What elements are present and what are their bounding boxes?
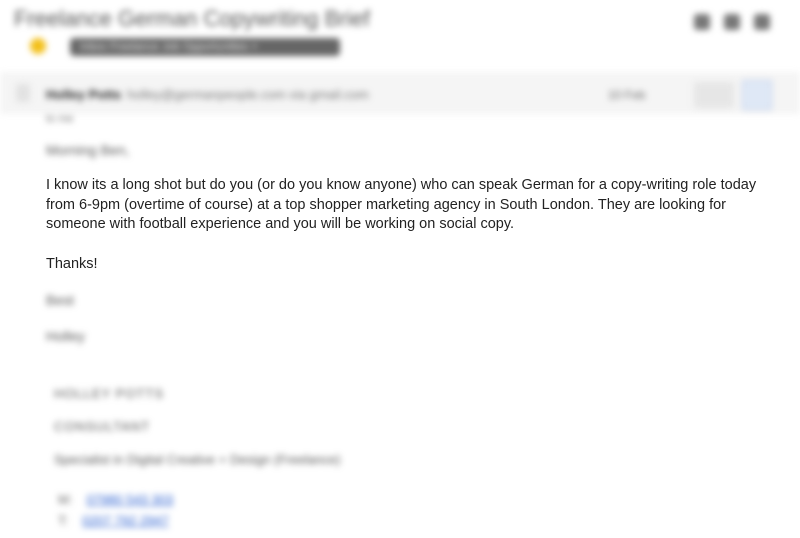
new-window-icon[interactable] bbox=[724, 14, 740, 30]
signature-role: CONSULTANT bbox=[54, 419, 151, 434]
signature-phone-office: T: 0207 792 2947 bbox=[58, 513, 169, 528]
header-actions bbox=[694, 14, 770, 30]
message-date: 10 Feb bbox=[608, 88, 646, 102]
signature-phone-mobile: M: 07980 543 303 bbox=[58, 492, 173, 507]
email-subject: Freelance German Copywriting Brief bbox=[14, 6, 370, 31]
phone-label: T: bbox=[58, 513, 69, 528]
phone-label: M: bbox=[58, 492, 73, 507]
sender: Holley Potts holley@germanpeople.com via … bbox=[46, 87, 369, 102]
star-icon[interactable] bbox=[30, 38, 46, 54]
signoff: Best bbox=[46, 292, 75, 308]
signoff-name: Holley bbox=[46, 328, 85, 344]
sender-address: holley@germanpeople.com via gmail.com bbox=[127, 87, 369, 102]
message-body: I know its a long shot but do you (or do… bbox=[46, 177, 757, 233]
sender-name: Holley Potts bbox=[46, 87, 122, 102]
print-icon[interactable] bbox=[694, 14, 710, 30]
phone-link[interactable]: 07980 543 303 bbox=[86, 492, 173, 507]
signature-specialism: Specialist in Digital Creative + Design … bbox=[54, 452, 341, 467]
collapse-icon[interactable] bbox=[16, 84, 30, 102]
signature-name: HOLLEY POTTS bbox=[54, 386, 165, 401]
phone-link[interactable]: 0207 792 2947 bbox=[82, 513, 169, 528]
greeting: Morning Ben, bbox=[46, 142, 130, 158]
thanks-line: Thanks! bbox=[46, 256, 98, 272]
more-options-button[interactable] bbox=[742, 80, 772, 110]
more-icon[interactable] bbox=[754, 14, 770, 30]
recipients-line[interactable]: to me bbox=[46, 113, 74, 125]
reply-button[interactable] bbox=[694, 82, 734, 108]
label-chip[interactable]: Inbox Freelance Job Opportunities × bbox=[70, 38, 340, 56]
